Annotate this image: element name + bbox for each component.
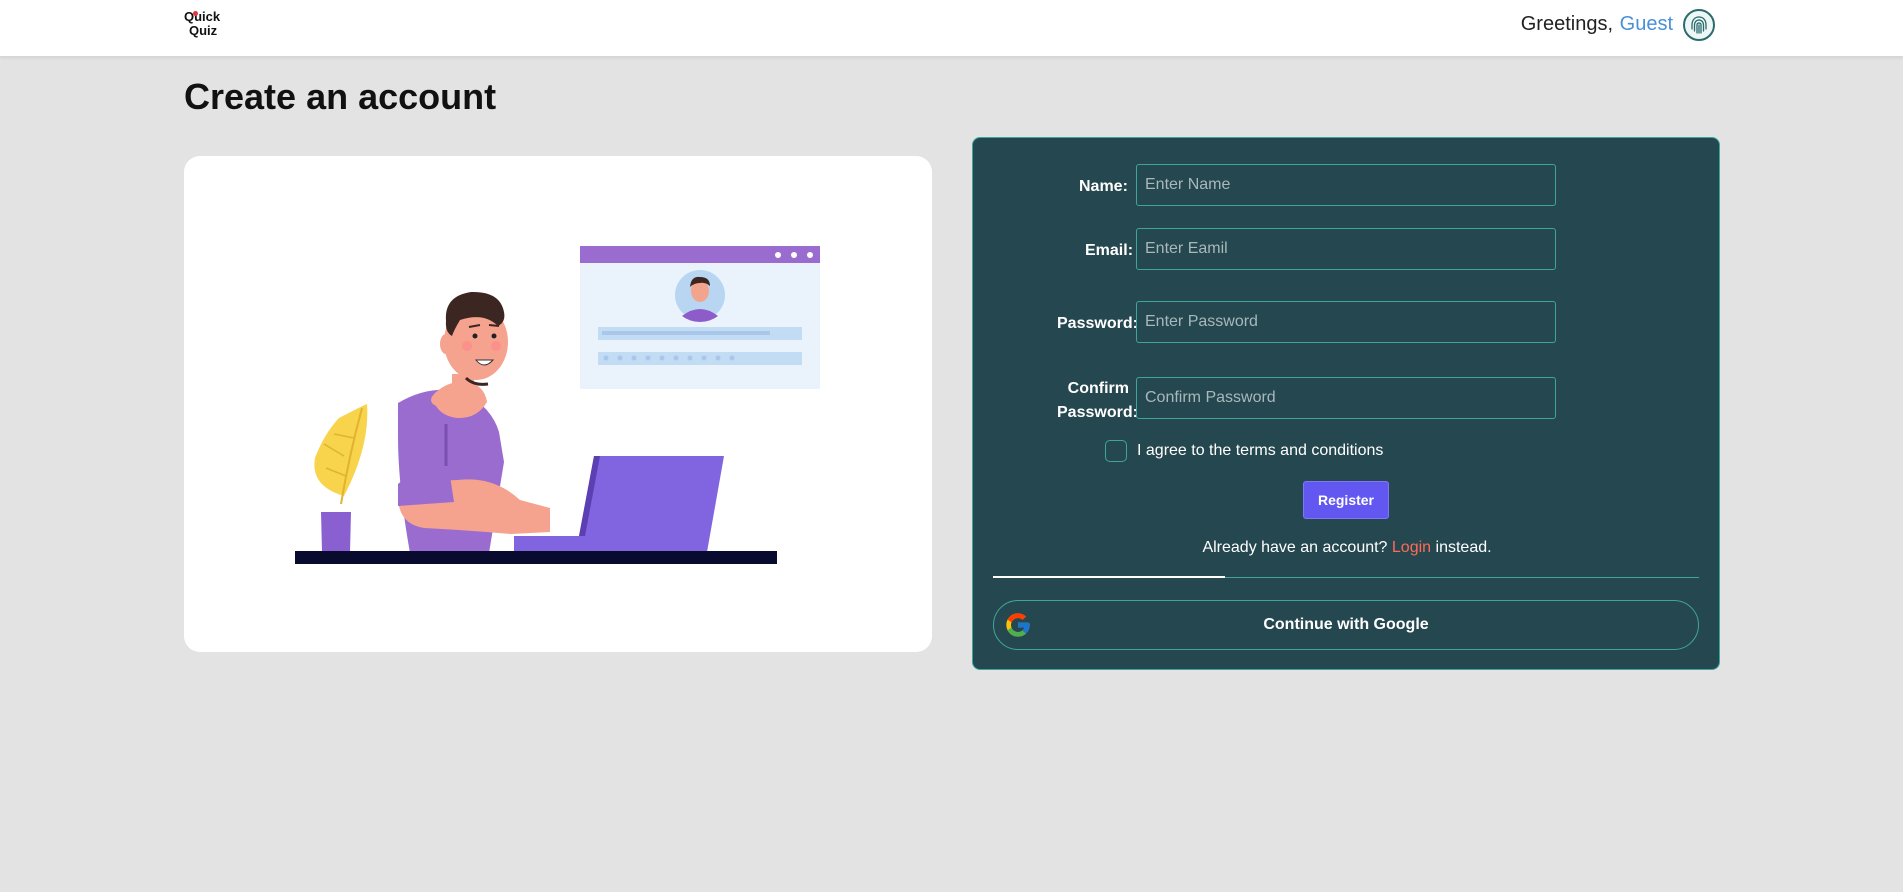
registration-form-panel: Name: Email: Password: Confirm Password:… — [972, 137, 1720, 670]
logo-line-quick: Quick — [184, 9, 221, 24]
illustration-card — [184, 156, 932, 652]
confirm-label-line2: Password: — [1057, 404, 1138, 421]
logo-dot — [193, 11, 198, 16]
instead-text: instead. — [1435, 539, 1492, 556]
name-label: Name: — [1079, 178, 1128, 195]
greeting-text: Greetings, — [1520, 13, 1613, 35]
email-label: Email: — [1085, 242, 1134, 259]
terms-label: I agree to the terms and conditions — [1137, 442, 1384, 459]
quick-quiz-logo[interactable]: Quick Quiz — [184, 10, 228, 42]
already-have-account-text: Already have an account? — [1202, 539, 1388, 556]
fingerprint-icon-graphic — [1691, 16, 1707, 34]
login-link[interactable]: Login — [1392, 539, 1431, 556]
page-title: Create an account — [184, 76, 497, 117]
continue-with-google-label: Continue with Google — [1263, 616, 1429, 633]
confirm-password-input[interactable] — [1136, 377, 1556, 419]
divider-highlight — [993, 576, 1225, 578]
top-navbar: Quick Quiz Greetings, Guest — [0, 0, 1903, 57]
fingerprint-icon[interactable] — [1683, 9, 1715, 41]
continue-with-google-button[interactable]: Continue with Google — [993, 600, 1699, 650]
confirm-password-label: Confirm Password: — [1057, 377, 1138, 425]
name-input[interactable] — [1136, 164, 1556, 206]
login-prompt: Already have an account? Login instead. — [973, 539, 1721, 557]
username-guest[interactable]: Guest — [1620, 13, 1673, 36]
confirm-label-line1: Confirm — [1067, 380, 1129, 397]
register-button[interactable]: Register — [1303, 481, 1389, 519]
person-at-laptop-illustration — [295, 246, 820, 564]
password-label: Password: — [1057, 315, 1138, 332]
password-input[interactable] — [1136, 301, 1556, 343]
logo-line-quiz: Quiz — [189, 23, 218, 38]
email-input[interactable] — [1136, 228, 1556, 270]
terms-checkbox[interactable] — [1105, 440, 1127, 462]
